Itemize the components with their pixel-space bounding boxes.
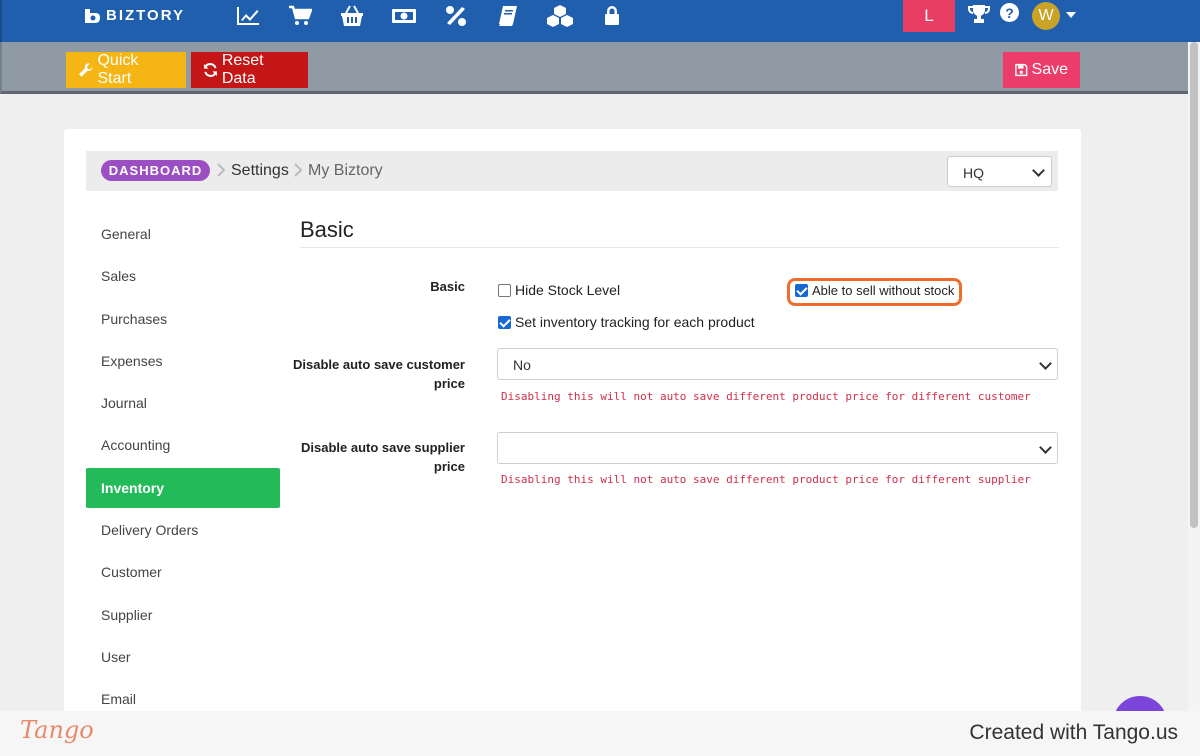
hide-stock-level-label: Hide Stock Level [515, 282, 621, 298]
top-navbar: BIZTORY L ? W [0, 0, 1200, 42]
sidebar-item-customer[interactable]: Customer [86, 552, 280, 592]
save-button[interactable]: Save [1003, 52, 1080, 88]
inventory-tracking-checkbox[interactable]: Set inventory tracking for each product [498, 314, 755, 330]
hide-stock-level-checkbox[interactable]: Hide Stock Level [498, 282, 620, 298]
breadcrumb: DASHBOARD Settings My Biztory HQ [86, 151, 1058, 191]
floppy-disk-icon [1015, 63, 1028, 77]
sidebar-item-purchases[interactable]: Purchases [86, 299, 280, 339]
biztory-logo-icon [85, 9, 100, 23]
cubes-icon[interactable] [534, 3, 586, 29]
reset-data-label: Reset Data [221, 52, 264, 87]
sidebar-item-expenses[interactable]: Expenses [86, 341, 280, 381]
chevron-right-icon [217, 163, 225, 177]
section-title: Basic [300, 217, 354, 242]
customer-price-select[interactable]: No [497, 348, 1058, 380]
wrench-icon [78, 63, 93, 77]
sidebar-item-general[interactable]: General [86, 214, 280, 254]
sidebar-item-journal[interactable]: Journal [86, 383, 280, 423]
supplier-price-hint: Disabling this will not auto save differ… [501, 473, 1031, 486]
sidebar-item-inventory[interactable]: Inventory [86, 467, 280, 508]
chevron-down-icon [1039, 441, 1052, 454]
basic-label: Basic [430, 279, 465, 294]
tango-logo: Tango [20, 716, 94, 744]
sell-without-stock-checkbox[interactable]: Able to sell without stock [795, 283, 954, 298]
chevron-down-icon [1032, 164, 1045, 177]
sidebar-item-sales[interactable]: Sales [86, 256, 280, 296]
section-divider [300, 247, 1059, 248]
lock-icon[interactable] [586, 3, 638, 29]
user-badge-button[interactable]: L [903, 0, 955, 32]
checkbox-unchecked[interactable] [498, 283, 511, 297]
percent-icon[interactable] [430, 3, 482, 29]
avatar[interactable]: W [1032, 2, 1060, 30]
chevron-right-icon [294, 163, 302, 177]
brand-name: BIZTORY [106, 6, 186, 24]
chevron-down-icon [1039, 357, 1052, 370]
tango-credit: Created with Tango.us [969, 721, 1178, 744]
basket-icon[interactable] [326, 3, 378, 29]
chevron-down-icon[interactable] [1066, 12, 1076, 18]
main-nav [222, 3, 638, 29]
checkbox-checked[interactable] [795, 284, 808, 297]
book-icon[interactable] [482, 3, 534, 29]
page-scrollbar[interactable] [1188, 42, 1200, 712]
customer-price-hint: Disabling this will not auto save differ… [501, 390, 1031, 403]
location-value: HQ [963, 165, 984, 181]
settings-card: DASHBOARD Settings My Biztory HQ General… [64, 129, 1081, 749]
money-icon[interactable] [378, 3, 430, 29]
settings-sidebar: General Sales Purchases Expenses Journal… [86, 214, 280, 722]
brand-logo[interactable]: BIZTORY [82, 6, 185, 24]
trophy-icon[interactable] [968, 4, 990, 29]
tango-footer: Tango Created with Tango.us [0, 711, 1200, 756]
scrollbar-thumb[interactable] [1190, 42, 1198, 528]
sidebar-item-accounting[interactable]: Accounting [86, 425, 280, 465]
customer-price-value: No [513, 357, 531, 373]
supplier-price-label: Disable auto save supplier price [300, 440, 465, 474]
inventory-tracking-label: Set inventory tracking for each product [515, 314, 755, 330]
sidebar-item-delivery-orders[interactable]: Delivery Orders [86, 510, 280, 550]
sidebar-item-user[interactable]: User [86, 637, 280, 677]
reset-data-button[interactable]: Reset Data [191, 52, 308, 88]
breadcrumb-settings[interactable]: Settings [231, 162, 289, 180]
breadcrumb-my-biztory: My Biztory [308, 162, 383, 179]
breadcrumb-dashboard[interactable]: DASHBOARD [101, 160, 210, 181]
action-bar: Quick Start Reset Data Save [0, 42, 1200, 94]
save-label: Save [1031, 61, 1068, 78]
refresh-icon [203, 63, 217, 77]
help-icon[interactable]: ? [1000, 3, 1019, 22]
chart-line-icon[interactable] [222, 3, 274, 29]
shopping-cart-icon[interactable] [274, 3, 326, 29]
supplier-price-select[interactable] [497, 432, 1058, 464]
sidebar-item-supplier[interactable]: Supplier [86, 595, 280, 635]
checkbox-checked[interactable] [498, 315, 511, 329]
customer-price-label: Disable auto save customer price [293, 357, 465, 391]
location-select[interactable]: HQ [947, 156, 1052, 187]
quick-start-label: Quick Start [97, 52, 139, 87]
quick-start-button[interactable]: Quick Start [66, 52, 186, 88]
sell-without-stock-label: Able to sell without stock [812, 283, 955, 298]
